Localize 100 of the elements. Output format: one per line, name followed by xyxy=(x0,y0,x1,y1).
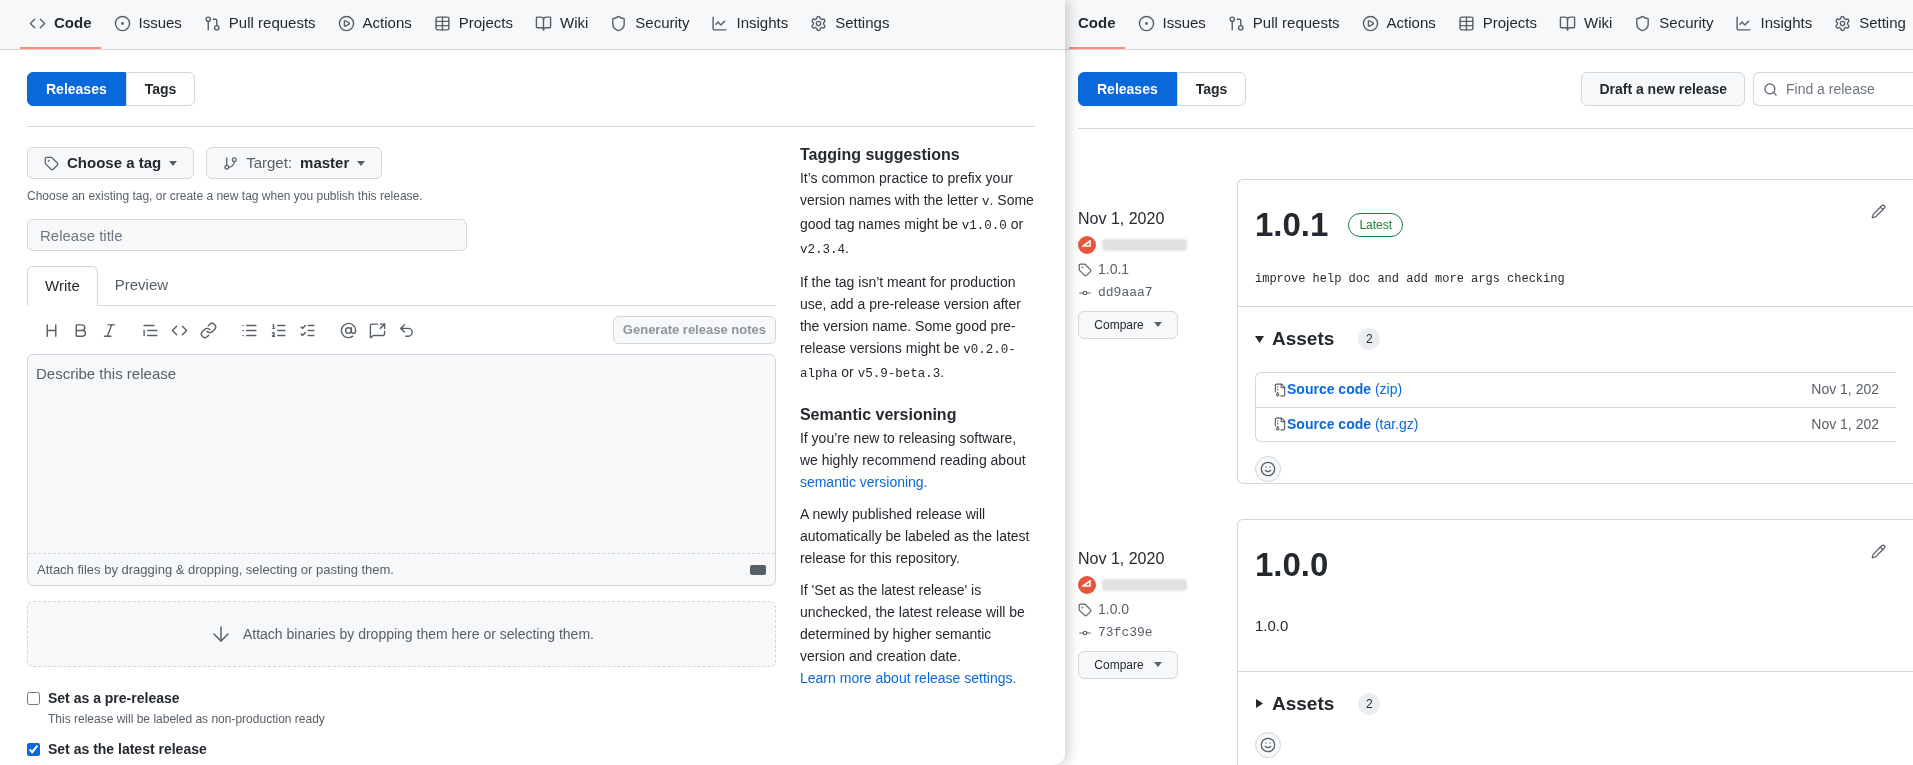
description-input[interactable]: Describe this release xyxy=(28,355,775,553)
assets-heading[interactable]: Assets xyxy=(1272,325,1335,354)
nav-label: Projects xyxy=(1482,13,1537,34)
nav-tab[interactable]: Actions xyxy=(1352,0,1445,49)
subnav-tab[interactable]: Tags xyxy=(125,72,196,106)
pull-request-icon xyxy=(203,15,221,32)
help-link[interactable]: semantic versioning. xyxy=(799,474,928,490)
find-release-field[interactable]: Find a release xyxy=(1753,72,1913,106)
editor-tab[interactable]: Write xyxy=(27,266,98,306)
subnav-tab[interactable]: Tags xyxy=(1176,72,1247,106)
issue-icon xyxy=(1137,15,1155,32)
nav-tab[interactable]: Insights xyxy=(702,0,798,49)
caret-icon xyxy=(1153,662,1162,667)
reply-icon[interactable] xyxy=(398,321,415,339)
nav-tab[interactable]: Settings xyxy=(801,0,899,49)
nav-tab[interactable]: Code xyxy=(20,0,101,49)
nav-label: Code xyxy=(54,13,92,34)
search-icon xyxy=(1763,82,1778,97)
release-date: Nov 1, 2020 xyxy=(1078,549,1166,569)
add-reaction-button[interactable] xyxy=(1255,732,1281,758)
release-title-field[interactable]: Release title xyxy=(27,219,467,251)
caret-icon xyxy=(169,160,178,166)
nav-tab[interactable]: Issues xyxy=(1128,0,1215,49)
nav-tab[interactable]: Pull requests xyxy=(1218,0,1349,49)
help-link[interactable]: more about release settings. xyxy=(839,670,1017,686)
option-description: This release will be labeled as non-production ready xyxy=(48,711,325,728)
commit-hash[interactable]: dd9aaa7 xyxy=(1098,283,1153,303)
nav-tab[interactable]: Insights xyxy=(1726,0,1822,49)
attach-files-hint: Attach files by dragging & dropping, selecting or pasting them. xyxy=(37,560,394,579)
edit-icon[interactable] xyxy=(1871,204,1886,219)
nav-tab[interactable]: Issues xyxy=(104,0,191,49)
release-title[interactable]: 1.0.1 xyxy=(1255,200,1329,250)
caret-right-icon[interactable] xyxy=(1255,699,1264,709)
subnav-tab[interactable]: Releases xyxy=(27,72,126,106)
release-notes: improve help doc and add more args checking xyxy=(1255,271,1566,288)
sidebar-paragraph: If you’re new to releasing software, we highly recommend reading about semantic versioning. xyxy=(799,429,1027,492)
compare-button[interactable]: Compare xyxy=(1078,310,1178,339)
asset-date: Nov 1, 202 xyxy=(1811,414,1879,434)
gear-icon xyxy=(810,15,828,32)
avatar-icon xyxy=(1078,236,1096,254)
commit-hash[interactable]: 73fc39e xyxy=(1098,623,1153,643)
target-branch: master xyxy=(300,152,350,173)
nav-label: Security xyxy=(635,13,690,34)
nav-tab[interactable]: Security xyxy=(1625,0,1723,49)
option-checkbox[interactable] xyxy=(27,743,40,756)
nav-tab[interactable]: Code xyxy=(1069,0,1125,49)
nav-label: Security xyxy=(1659,13,1714,34)
issue-icon xyxy=(113,15,131,32)
play-icon xyxy=(337,15,355,32)
nav-tab[interactable]: Pull requests xyxy=(194,0,325,49)
choose-tag-button[interactable]: Choose a tag xyxy=(27,147,195,179)
archive-file-icon xyxy=(1273,417,1287,431)
shield-icon xyxy=(610,15,628,32)
nav-tab[interactable]: Wiki xyxy=(525,0,598,49)
binaries-drop-zone[interactable]: Attach binaries by dropping them here or selecting them. xyxy=(27,601,776,667)
release-title[interactable]: 1.0.0 xyxy=(1255,540,1329,590)
table-icon xyxy=(1457,15,1475,32)
nav-label: Code xyxy=(1078,13,1116,34)
italic-icon[interactable] xyxy=(101,321,118,339)
assets-heading[interactable]: Assets xyxy=(1272,689,1335,718)
edit-icon[interactable] xyxy=(1871,544,1886,559)
add-reaction-button[interactable] xyxy=(1255,455,1281,482)
table-icon xyxy=(433,15,451,32)
nav-label: Pull requests xyxy=(1252,13,1340,34)
sidebar-paragraph: If the tag isn’t meant for production use, add a pre-release version after the version name. Some good pre-release versions might be v0.2.0-alpha or v5.9-beta.3. xyxy=(799,273,1022,383)
caret-down-icon[interactable] xyxy=(1255,334,1264,344)
nav-tab[interactable]: Wiki xyxy=(1549,0,1622,49)
target-branch-button[interactable]: Target: master xyxy=(206,147,383,179)
play-icon xyxy=(1361,15,1379,32)
draft-release-button[interactable]: Draft a new release xyxy=(1581,72,1745,106)
nav-tab[interactable]: Setting xyxy=(1825,0,1913,49)
nav-label: Projects xyxy=(458,13,513,34)
tag-hint: Choose an existing tag, or create a new tag when you publish this release. xyxy=(27,188,424,205)
editor-tab[interactable]: Preview xyxy=(97,266,186,305)
numbered-list-icon[interactable] xyxy=(270,321,287,339)
compare-button[interactable]: Compare xyxy=(1078,650,1178,679)
release-tag[interactable]: 1.0.1 xyxy=(1098,259,1130,280)
nav-tab[interactable]: Actions xyxy=(328,0,421,49)
sidebar-paragraph: It’s common practice to prefix your version names with the letter v. Some good tag names might be v1.0.0 or v2.3.4. xyxy=(799,169,1035,259)
sidebar-paragraph: If 'Set as the latest release' is unchecked, the latest release will be determined by higher semantic version and creation date. Learn more about release settings. xyxy=(799,581,1026,688)
release-tag[interactable]: 1.0.0 xyxy=(1098,599,1130,620)
help-link[interactable]: Learn xyxy=(799,670,836,686)
branch-icon xyxy=(223,155,239,171)
asset-link[interactable]: Source code (tar.gz) xyxy=(1287,413,1419,435)
chart-icon xyxy=(1735,15,1753,32)
option-checkbox[interactable] xyxy=(27,692,40,705)
tag-icon xyxy=(1078,262,1092,277)
link-icon[interactable] xyxy=(200,321,217,339)
asset-link[interactable]: Source code (zip) xyxy=(1287,379,1403,400)
nav-tab[interactable]: Projects xyxy=(424,0,522,49)
sidebar-heading: Tagging suggestions xyxy=(799,145,961,165)
release-notes: 1.0.0 xyxy=(1255,616,1290,636)
nav-tab[interactable]: Security xyxy=(601,0,699,49)
description-field[interactable]: Describe this release Attach files by dragging & dropping, selecting or pasting them. xyxy=(27,354,776,586)
subnav-tab[interactable]: Releases xyxy=(1078,72,1177,106)
nav-label: Insights xyxy=(736,13,789,34)
reference-icon[interactable] xyxy=(369,321,386,339)
mention-icon[interactable] xyxy=(340,321,357,339)
nav-tab[interactable]: Projects xyxy=(1448,0,1546,49)
markdown-icon xyxy=(749,564,766,575)
